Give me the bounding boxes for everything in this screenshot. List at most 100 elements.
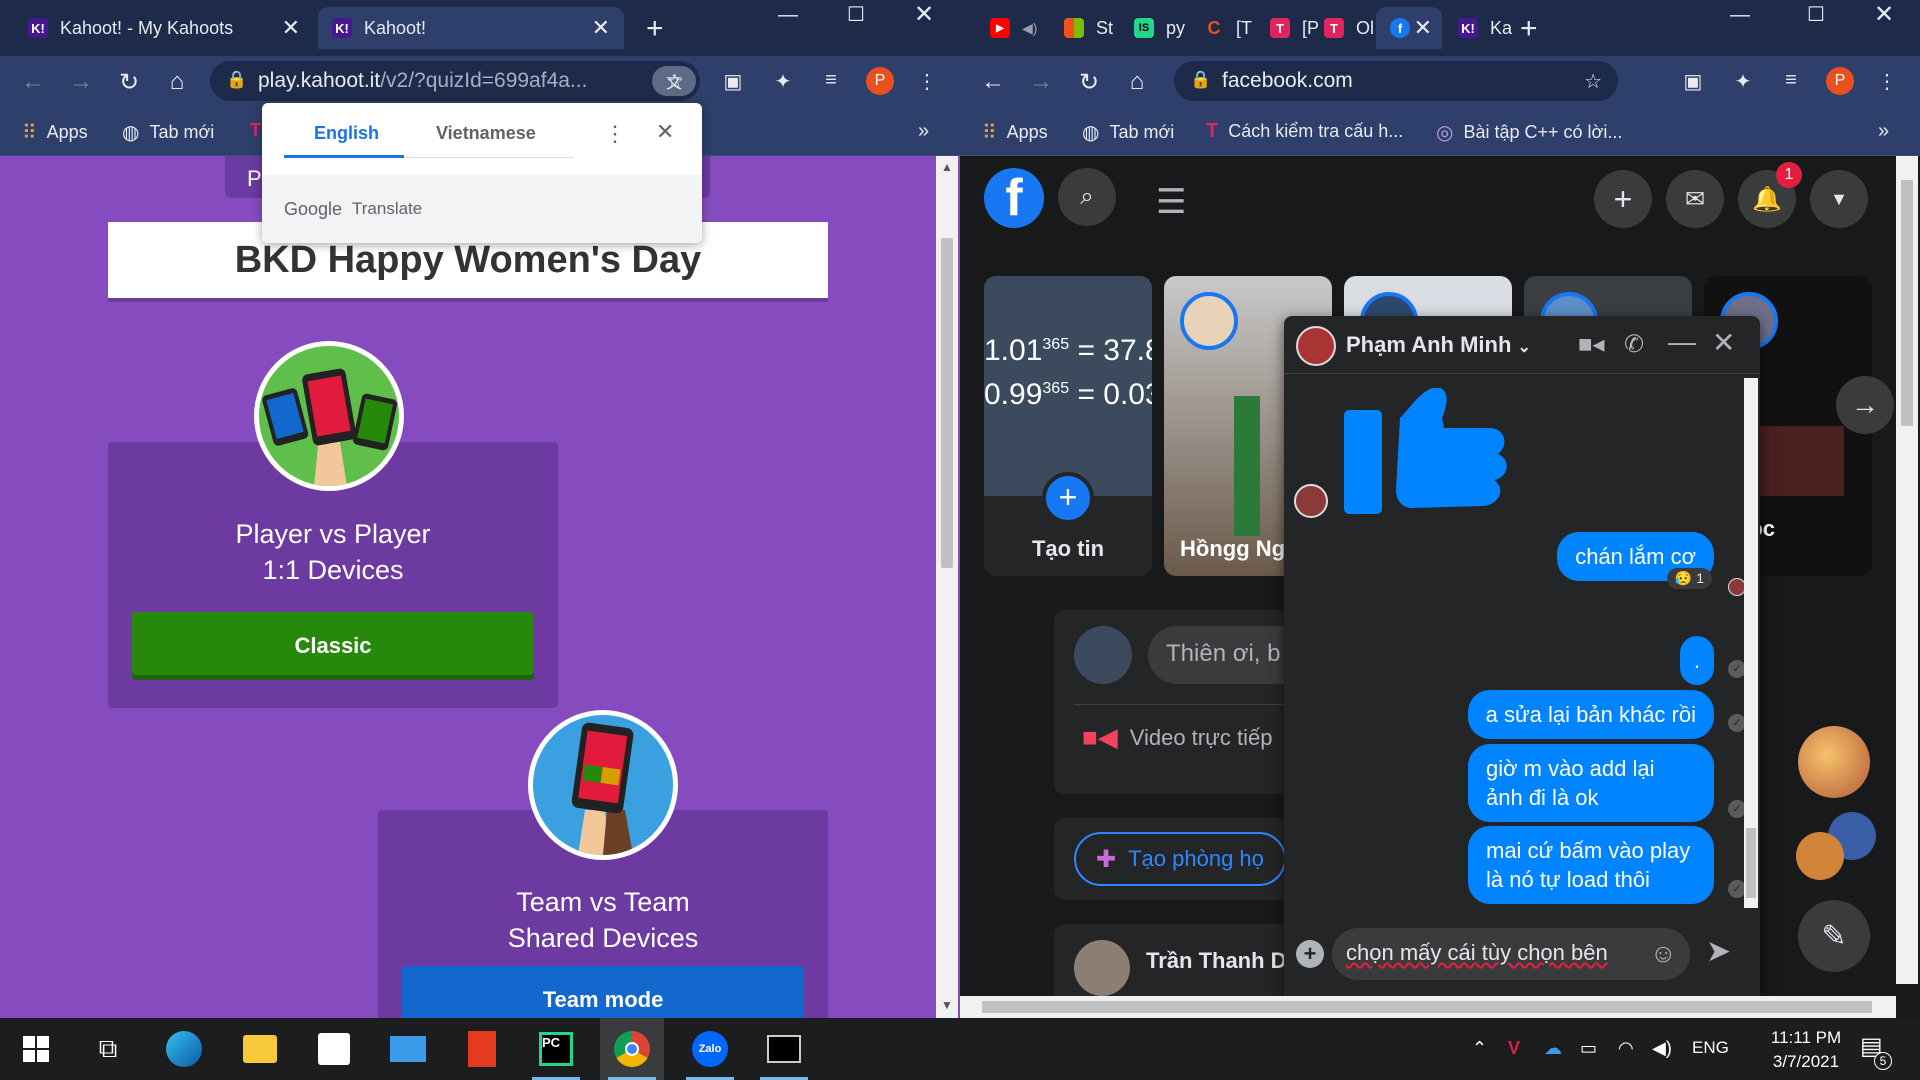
forward-button[interactable]: →: [1026, 68, 1056, 96]
close-window-button[interactable]: ✕: [1856, 0, 1912, 30]
bookmark-t-partial[interactable]: T: [250, 120, 261, 141]
message-bubble[interactable]: .: [1679, 636, 1714, 685]
minimize-chat-icon[interactable]: —: [1668, 326, 1696, 358]
video-call-icon[interactable]: ■◂: [1578, 330, 1605, 359]
edge-icon[interactable]: [152, 1018, 216, 1080]
home-button[interactable]: ⌂: [162, 68, 192, 96]
language-indicator[interactable]: ENG: [1692, 1038, 1729, 1058]
contact-avatar[interactable]: [1296, 326, 1336, 366]
stories-next-icon[interactable]: →: [1836, 376, 1894, 434]
back-button[interactable]: ←: [978, 68, 1008, 96]
profile-avatar[interactable]: P: [1826, 67, 1854, 95]
extensions-icon[interactable]: ✦: [770, 69, 796, 94]
media-icon[interactable]: ≡: [818, 69, 844, 92]
message-reaction[interactable]: 😥 1: [1666, 568, 1712, 589]
profile-avatar[interactable]: P: [866, 67, 894, 95]
maximize-button[interactable]: ☐: [828, 0, 884, 30]
pycharm-icon[interactable]: PC: [524, 1018, 588, 1080]
close-window-button[interactable]: ✕: [896, 0, 952, 30]
address-bar[interactable]: 🔒 play.kahoot.it/v2/?quizId=699af4a... 文: [210, 61, 700, 101]
more-bookmarks-icon[interactable]: »: [918, 120, 929, 143]
address-bar[interactable]: 🔒 facebook.com ☆: [1174, 61, 1618, 101]
messenger-icon[interactable]: ✉: [1666, 170, 1724, 228]
chat-scroll-thumb[interactable]: [1746, 828, 1756, 898]
bookmark-star-icon[interactable]: ☆: [662, 69, 688, 94]
clock[interactable]: 11:11 PM 3/7/2021: [1750, 1026, 1862, 1074]
file-explorer-icon[interactable]: [228, 1018, 292, 1080]
chat-head-avatar[interactable]: [1796, 832, 1844, 880]
horizontal-scroll-thumb[interactable]: [982, 1001, 1872, 1013]
classic-button[interactable]: Classic: [132, 612, 534, 680]
mail-icon[interactable]: [376, 1018, 440, 1080]
bookmark-new-tab[interactable]: ◍ Tab mới: [1082, 120, 1174, 145]
more-bookmarks-icon[interactable]: »: [1878, 120, 1889, 143]
bookmark-star-icon[interactable]: ☆: [1584, 69, 1602, 94]
terminal-icon[interactable]: [752, 1018, 816, 1080]
volume-icon[interactable]: ◀): [1652, 1038, 1672, 1059]
phone-icon[interactable]: ✆: [1624, 330, 1644, 359]
start-button[interactable]: [4, 1018, 68, 1080]
new-message-icon[interactable]: ✎: [1798, 900, 1870, 972]
message-bubble[interactable]: giờ m vào add lại ảnh đi là ok: [1468, 744, 1714, 822]
chat-head-avatar[interactable]: [1798, 726, 1870, 798]
close-tab-icon[interactable]: ✕: [592, 15, 610, 41]
menu-icon[interactable]: ⋮: [1874, 69, 1900, 94]
media-icon[interactable]: ≡: [1778, 69, 1804, 92]
cast-icon[interactable]: ▣: [1680, 69, 1706, 94]
menu-icon[interactable]: ⋮: [914, 69, 940, 94]
tab-facebook[interactable]: f ✕: [1376, 7, 1442, 49]
minimize-button[interactable]: —: [760, 0, 816, 30]
message-input[interactable]: chọn mấy cái tùy chọn bên ☺: [1332, 928, 1690, 980]
chat-scrollbar[interactable]: [1744, 378, 1758, 908]
close-tab-icon[interactable]: ✕: [1414, 15, 1432, 41]
scroll-thumb[interactable]: [1901, 180, 1913, 426]
emoji-icon[interactable]: ☺: [1650, 938, 1677, 969]
close-tab-icon[interactable]: ✕: [282, 15, 300, 41]
post-author-avatar[interactable]: [1074, 940, 1130, 996]
create-room-button[interactable]: ✚ Tạo phòng họ: [1074, 832, 1286, 886]
home-button[interactable]: ⌂: [1122, 68, 1152, 96]
add-story-icon[interactable]: +: [1042, 472, 1094, 524]
tab-c[interactable]: C [T: [1190, 7, 1256, 49]
office-icon[interactable]: [450, 1018, 514, 1080]
tab-youtube[interactable]: ▶ ◀): [976, 7, 1037, 49]
bookmark-config-check[interactable]: T Cách kiểm tra cấu h...: [1206, 120, 1403, 143]
facebook-logo[interactable]: f: [984, 168, 1044, 228]
message-bubble[interactable]: a sửa lại bản khác rồi: [1467, 690, 1714, 739]
translate-tab-english[interactable]: English: [314, 123, 379, 144]
message-bubble[interactable]: mai cứ bấm vào play là nó tự load thôi: [1468, 826, 1714, 904]
bookmark-apps[interactable]: ⠿ Apps: [22, 120, 88, 145]
page-scrollbar[interactable]: [1896, 156, 1918, 984]
show-hidden-icons[interactable]: ⌃: [1472, 1038, 1487, 1059]
tab-kahoot[interactable]: K! Kahoot! ✕: [318, 7, 624, 49]
reload-button[interactable]: ↻: [114, 68, 144, 97]
search-icon[interactable]: ⌕: [1058, 168, 1116, 226]
create-icon[interactable]: +: [1594, 170, 1652, 228]
bookmark-cpp-exercises[interactable]: ◎ Bài tập C++ có lời...: [1436, 120, 1622, 145]
story-create[interactable]: 1.01365 = 37.8 0.99365 = 0.03 + Tạo tin: [984, 276, 1152, 576]
bookmark-new-tab[interactable]: ◍ Tab mới: [122, 120, 214, 145]
chrome-icon[interactable]: [600, 1018, 664, 1080]
battery-icon[interactable]: ▭: [1580, 1038, 1597, 1059]
maximize-button[interactable]: ☐: [1788, 0, 1844, 30]
antivirus-tray-icon[interactable]: V: [1508, 1038, 1520, 1059]
minimize-button[interactable]: —: [1712, 0, 1768, 30]
account-menu-icon[interactable]: ▼: [1810, 170, 1868, 228]
extensions-icon[interactable]: ✦: [1730, 69, 1756, 94]
live-video-button[interactable]: ■◀ Video trực tiếp: [1082, 722, 1272, 753]
onedrive-icon[interactable]: ☁: [1544, 1038, 1562, 1059]
forward-button[interactable]: →: [66, 68, 96, 96]
new-tab-button[interactable]: +: [646, 12, 664, 46]
tab-microsoft[interactable]: St: [1050, 7, 1120, 49]
cast-icon[interactable]: ▣: [720, 69, 746, 94]
page-scrollbar[interactable]: ▲ ▼: [936, 156, 958, 1018]
tab-pycharm[interactable]: IS py: [1120, 7, 1190, 49]
tab-kahoot[interactable]: K! Ka: [1444, 7, 1512, 49]
store-icon[interactable]: [302, 1018, 366, 1080]
scroll-down-arrow[interactable]: ▼: [936, 998, 958, 1012]
close-icon[interactable]: ✕: [656, 119, 674, 145]
close-icon[interactable]: ✕: [1712, 326, 1735, 359]
zalo-icon[interactable]: Zalo: [678, 1018, 742, 1080]
new-tab-button[interactable]: +: [1520, 12, 1538, 46]
task-view-icon[interactable]: ⧉: [76, 1018, 140, 1080]
